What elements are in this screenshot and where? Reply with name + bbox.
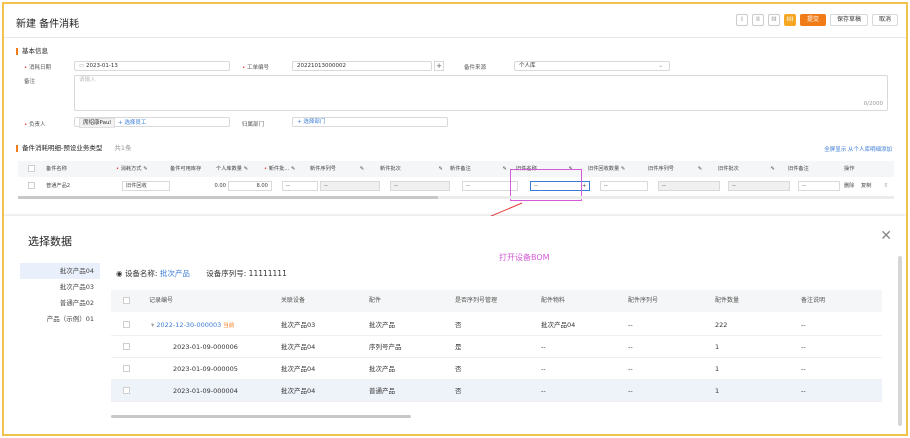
- row-serial-mgmt: 否: [455, 387, 462, 395]
- device-info: ◉ 设备名称: 批次产品 设备序列号: 11111111: [116, 269, 287, 278]
- device-icon: ◉: [116, 269, 123, 278]
- row-device[interactable]: 批次产品04: [281, 380, 315, 402]
- row-device[interactable]: 批次产品04: [281, 336, 315, 358]
- device-item[interactable]: 批次产品04: [20, 263, 100, 279]
- bom-row[interactable]: 2023-01-09-000004 批次产品04 普通产品 否 -- -- 1 …: [111, 380, 882, 402]
- device-item[interactable]: 普通产品02: [20, 295, 100, 311]
- row-qty: 1: [715, 343, 720, 351]
- row-part[interactable]: 批次产品: [369, 358, 395, 380]
- row-checkbox[interactable]: [123, 343, 130, 350]
- bom-row[interactable]: 2023-01-09-000005 批次产品04 批次产品 否 -- -- 1 …: [111, 358, 882, 380]
- device-name-value[interactable]: 批次产品: [160, 269, 190, 278]
- row-qty: 1: [715, 365, 720, 373]
- row-serial-mgmt: 否: [455, 365, 462, 373]
- annotation-text: 打开设备BOM: [499, 253, 550, 262]
- row-checkbox[interactable]: [123, 321, 130, 328]
- row-part[interactable]: 序列号产品: [369, 336, 402, 358]
- col-remark: 备注说明: [801, 297, 826, 304]
- dialog-vscroll[interactable]: [898, 256, 902, 426]
- dialog-title: 选择数据: [28, 235, 72, 248]
- row-material[interactable]: 批次产品04: [541, 314, 575, 336]
- row-record[interactable]: 2023-01-09-000005: [173, 358, 238, 380]
- select-all-checkbox[interactable]: [123, 297, 130, 304]
- row-remark: --: [801, 387, 806, 395]
- col-qty: 配件数量: [715, 297, 740, 304]
- current-badge: 当前: [223, 323, 235, 329]
- row-serial-mgmt: 是: [455, 343, 462, 351]
- row-checkbox[interactable]: [123, 365, 130, 372]
- row-record[interactable]: 2023-01-09-000006: [173, 336, 238, 358]
- col-serial-mgmt: 是否序列号管理: [455, 297, 498, 304]
- select-data-dialog: 选择数据 ✕ 打开设备BOM 批次产品04 批次产品03 普通产品02 产品（示…: [4, 216, 906, 434]
- row-qty: 1: [715, 387, 720, 395]
- row-serial-mgmt: 否: [455, 321, 462, 329]
- row-part[interactable]: 普通产品: [369, 380, 395, 402]
- row-material: --: [541, 343, 546, 351]
- col-record: 记录编号: [149, 297, 174, 304]
- row-record: ▾ 2022-12-30-000003 当前: [151, 321, 235, 329]
- device-item[interactable]: 批次产品03: [20, 279, 100, 295]
- col-material: 配件物料: [541, 297, 566, 304]
- row-checkbox[interactable]: [123, 387, 130, 394]
- bom-row[interactable]: 2023-01-09-000006 批次产品04 序列号产品 是 -- -- 1…: [111, 336, 882, 358]
- row-remark: --: [801, 321, 806, 329]
- bom-row[interactable]: ▾ 2022-12-30-000003 当前 批次产品03 批次产品 否 批次产品…: [111, 314, 882, 336]
- device-list: 批次产品04 批次产品03 普通产品02 产品（示例）01: [20, 263, 100, 327]
- row-part-serial: --: [628, 321, 633, 329]
- row-part-serial: --: [628, 343, 633, 351]
- device-item[interactable]: 产品（示例）01: [20, 311, 100, 327]
- row-part-serial: --: [628, 387, 633, 395]
- row-remark: --: [801, 343, 806, 351]
- row-device[interactable]: 批次产品03: [281, 314, 315, 336]
- row-qty: 222: [715, 321, 728, 329]
- bom-hscroll[interactable]: [111, 415, 411, 418]
- col-device: 关联设备: [281, 297, 306, 304]
- row-material: --: [541, 387, 546, 395]
- row-material: --: [541, 365, 546, 373]
- row-device[interactable]: 批次产品04: [281, 358, 315, 380]
- window-frame: 新建 备件消耗 I II III IIII 提交 保存草稿 取消 基本信息 消耗…: [2, 2, 908, 436]
- row-record[interactable]: 2023-01-09-000004: [173, 380, 238, 402]
- close-icon[interactable]: ✕: [880, 228, 892, 244]
- row-part[interactable]: 批次产品: [369, 314, 395, 336]
- device-serial-value: 11111111: [248, 269, 287, 278]
- row-remark: --: [801, 365, 806, 373]
- row-part-serial: --: [628, 365, 633, 373]
- col-part-serial: 配件序列号: [628, 297, 659, 304]
- bom-table-header: 记录编号 关联设备 配件 是否序列号管理 配件物料 配件序列号 配件数量 备注说…: [111, 290, 882, 312]
- col-part: 配件: [369, 297, 382, 304]
